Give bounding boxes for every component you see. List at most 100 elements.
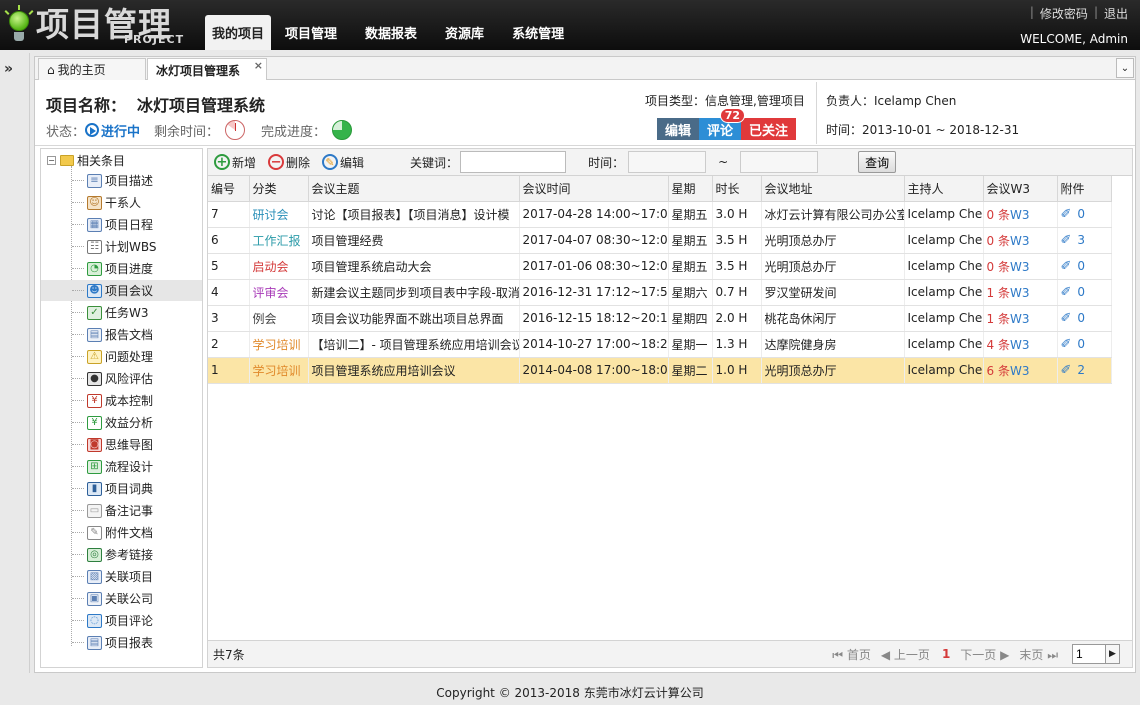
tree-item[interactable]: ▦ 项目日程 <box>41 214 202 235</box>
collapse-toggle-icon[interactable]: − <box>47 156 56 165</box>
tree-item[interactable]: ≡ 项目描述 <box>41 170 202 191</box>
tree-item[interactable]: ☷ 计划WBS <box>41 236 202 257</box>
tree-item[interactable]: ¥ 成本控制 <box>41 390 202 411</box>
table-row[interactable]: 5 启动会 项目管理系统启动大会 2017-01-06 08:30~12:00 星期五 3… <box>208 253 1112 280</box>
tree-item[interactable]: ▤ 报告文档 <box>41 324 202 345</box>
progress-label: 完成进度： <box>261 124 327 140</box>
remaining-time-pie-icon <box>225 120 246 140</box>
nav-my-projects[interactable]: 我的项目 <box>205 15 272 50</box>
tree-item[interactable]: ✓ 任务W3 <box>41 302 202 323</box>
tree-item[interactable]: ☻ 项目会议 <box>41 280 202 301</box>
cell-attachment: ✐ 0 <box>1057 253 1112 280</box>
total-count: 共7条 <box>213 647 245 662</box>
table-row[interactable]: 1 学习培训 项目管理系统应用培训会议 2014-04-08 17:00~18:00 星… <box>208 357 1112 384</box>
tree-root[interactable]: − 相关条目 <box>47 152 125 169</box>
table-report-icon: ▤ <box>87 635 102 650</box>
paperclip-icon[interactable]: ✐ <box>1061 259 1072 274</box>
chevron-down-icon[interactable]: ⌄ <box>1116 58 1134 78</box>
tree-item[interactable]: ◙ 思维导图 <box>41 434 202 455</box>
logout-link[interactable]: 退出 <box>1104 5 1128 22</box>
progress-pie-icon <box>332 120 353 140</box>
cell-host: Icelamp Chen <box>904 253 984 280</box>
cell-topic[interactable]: 新建会议主题同步到项目表中字段-取消 <box>308 279 520 306</box>
cell-topic[interactable]: 项目管理系统启动大会 <box>308 253 520 280</box>
edit-button[interactable]: 编辑 <box>657 118 700 140</box>
table-row[interactable]: 6 工作汇报 项目管理经费 2017-04-07 08:30~12:00 星期五 3.5 … <box>208 227 1112 254</box>
nav-data-reports[interactable]: 数据报表 <box>351 15 431 50</box>
cell-host: Icelamp Chen <box>904 331 984 358</box>
nav-project-management[interactable]: 项目管理 <box>271 15 351 50</box>
column-header[interactable]: 会议时间 <box>519 176 669 202</box>
tree-item[interactable]: ▮ 项目词典 <box>41 478 202 499</box>
column-header[interactable]: 会议W3 <box>983 176 1058 202</box>
nav-system-management[interactable]: 系统管理 <box>498 15 578 50</box>
table-row[interactable]: 4 评审会 新建会议主题同步到项目表中字段-取消 2016-12-31 17:12~1… <box>208 279 1112 306</box>
nav-resource-library[interactable]: 资源库 <box>431 15 498 50</box>
paperclip-icon[interactable]: ✐ <box>1061 285 1072 300</box>
page-number-input[interactable] <box>1072 644 1106 664</box>
cell-topic[interactable]: 【培训二】- 项目管理系统应用培训会议 <box>308 331 520 358</box>
tree-item[interactable]: ⊞ 流程设计 <box>41 456 202 477</box>
column-header[interactable]: 会议主题 <box>308 176 520 202</box>
table-row[interactable]: 2 学习培训 【培训二】- 项目管理系统应用培训会议 2014-10-27 17:00… <box>208 331 1112 358</box>
column-header[interactable]: 星期 <box>668 176 713 202</box>
cell-host: Icelamp Chen <box>904 201 984 228</box>
column-header[interactable]: 时长 <box>712 176 762 202</box>
tree-item[interactable]: ◎ 参考链接 <box>41 544 202 565</box>
paperclip-icon[interactable]: ✐ <box>1061 363 1072 378</box>
delete-button[interactable]: − 删除 <box>268 154 310 171</box>
tree-item[interactable]: ⚠ 问题处理 <box>41 346 202 367</box>
note-icon: ▭ <box>87 503 102 518</box>
cell-place: 光明顶总办厅 <box>761 357 905 384</box>
start-date-input[interactable] <box>628 151 707 173</box>
close-icon[interactable]: × <box>254 59 263 72</box>
cell-topic[interactable]: 项目管理系统应用培训会议 <box>308 357 520 384</box>
tree-item-label: 问题处理 <box>105 350 154 364</box>
paperclip-icon[interactable]: ✐ <box>1061 233 1072 248</box>
end-date-input[interactable] <box>740 151 819 173</box>
keyword-input[interactable] <box>460 151 567 173</box>
column-header[interactable]: 会议地址 <box>761 176 905 202</box>
column-header[interactable]: 主持人 <box>904 176 984 202</box>
tree-item[interactable]: ✎ 附件文档 <box>41 522 202 543</box>
cell-topic[interactable]: 讨论【项目报表】【项目消息】设计模 <box>308 201 520 228</box>
tab-project[interactable]: 冰灯项目管理系 × <box>147 58 267 81</box>
tree-item[interactable]: ◌ 项目评论 <box>41 610 202 631</box>
column-header[interactable]: 编号 <box>208 176 250 202</box>
go-page-icon[interactable]: ▶ <box>1106 644 1120 664</box>
tree-item[interactable]: ☺ 干系人 <box>41 192 202 213</box>
cell-topic[interactable]: 项目会议功能界面不跳出项目总界面 <box>308 305 520 332</box>
tab-home[interactable]: ⌂ 我的主页 <box>38 58 146 80</box>
tree-item[interactable]: ▭ 备注记事 <box>41 500 202 521</box>
table-row[interactable]: 7 研讨会 讨论【项目报表】【项目消息】设计模 2017-04-28 14:00~17… <box>208 201 1112 228</box>
column-header[interactable]: 附件 <box>1057 176 1112 202</box>
tree-item[interactable]: ▧ 关联项目 <box>41 566 202 587</box>
tree-item[interactable]: ¥ 效益分析 <box>41 412 202 433</box>
tree-item[interactable]: ▣ 关联公司 <box>41 588 202 609</box>
column-header[interactable]: 分类 <box>249 176 309 202</box>
current-page[interactable]: 1 <box>942 647 950 661</box>
paperclip-icon[interactable]: ✐ <box>1061 337 1072 352</box>
follow-button[interactable]: 已关注 <box>741 118 797 140</box>
related-project-icon: ▧ <box>87 569 102 584</box>
tree-item[interactable]: ◔ 项目进度 <box>41 258 202 279</box>
cell-week: 星期六 <box>668 279 713 306</box>
comment-button[interactable]: 评论 72 <box>699 108 746 140</box>
tree-item[interactable]: ● 风险评估 <box>41 368 202 389</box>
query-button[interactable]: 查询 <box>858 151 897 173</box>
paperclip-icon[interactable]: ✐ <box>1061 207 1072 222</box>
time-label: 时间： <box>588 155 625 170</box>
next-page-button[interactable]: 下一页 ▶ <box>960 646 1009 663</box>
change-password-link[interactable]: 修改密码 <box>1040 5 1088 22</box>
prev-page-button[interactable]: ◀ 上一页 <box>881 646 930 663</box>
tree-item-label: 报告文档 <box>105 328 154 342</box>
last-page-button[interactable]: 末页 ⏭ <box>1019 646 1058 663</box>
tree-item[interactable]: ▤ 项目报表 <box>41 632 202 653</box>
edit-row-button[interactable]: ✎ 编辑 <box>322 154 364 171</box>
add-button[interactable]: + 新增 <box>214 154 256 171</box>
first-page-button[interactable]: ⏮ 首页 <box>832 646 871 663</box>
expand-sidebar-icon[interactable]: » <box>4 61 13 77</box>
cell-topic[interactable]: 项目管理经费 <box>308 227 520 254</box>
paperclip-icon[interactable]: ✐ <box>1061 311 1072 326</box>
table-row[interactable]: 3 例会 项目会议功能界面不跳出项目总界面 2016-12-15 18:12~20:1… <box>208 305 1112 332</box>
